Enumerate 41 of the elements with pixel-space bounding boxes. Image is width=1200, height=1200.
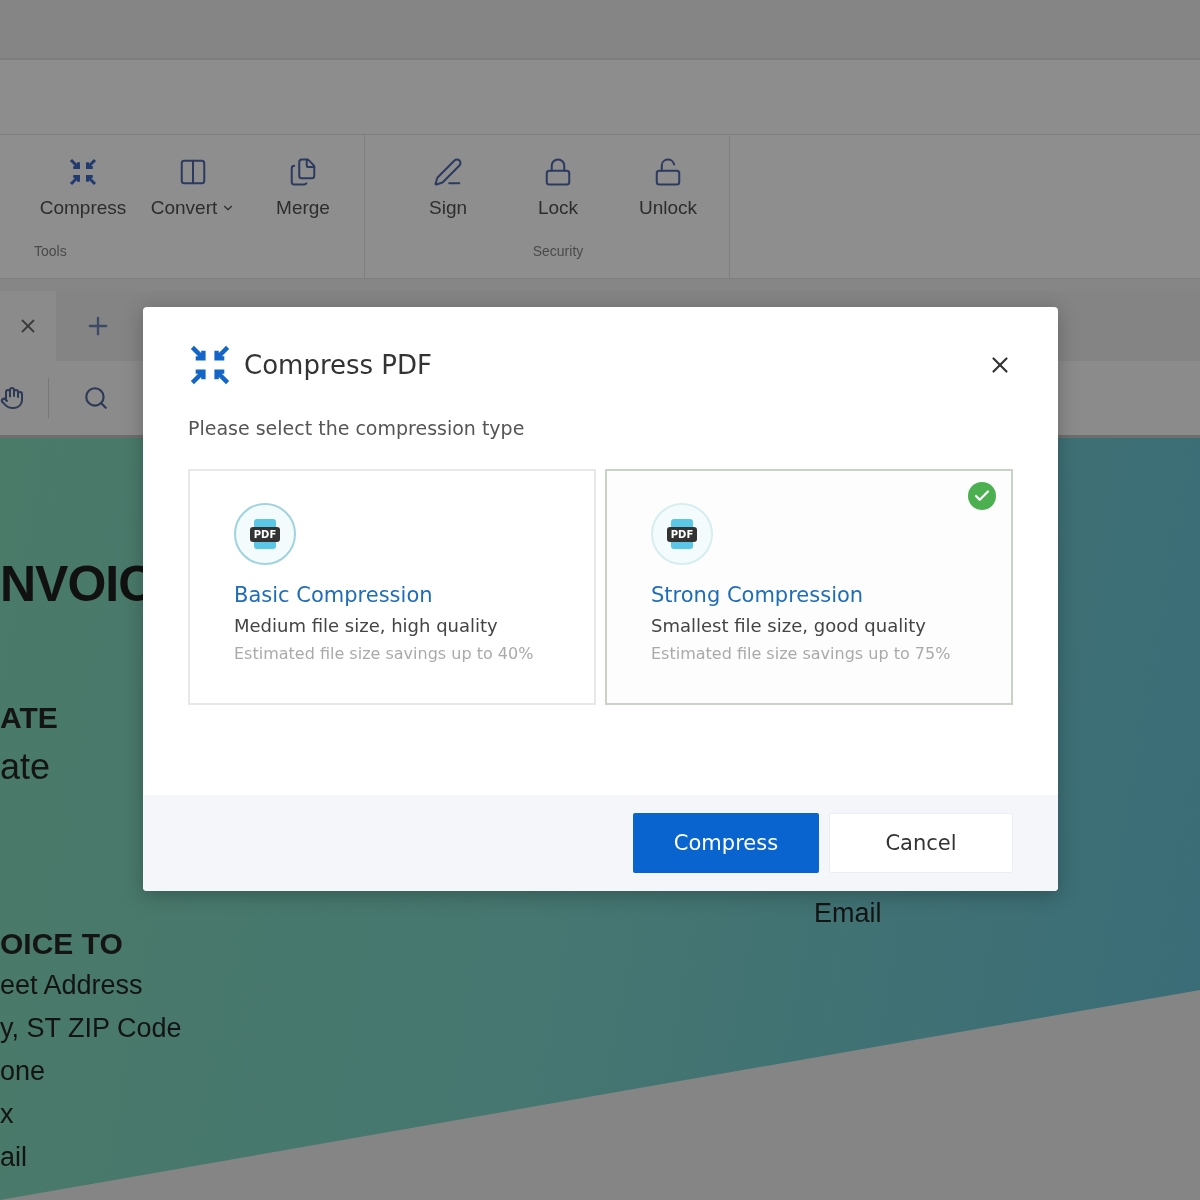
files-icon bbox=[288, 157, 318, 187]
compress-icon bbox=[68, 157, 98, 187]
document-text: eet Address bbox=[0, 969, 143, 1002]
document-text: y, ST ZIP Code bbox=[0, 1012, 182, 1045]
compress-button[interactable]: Compress bbox=[633, 813, 819, 873]
option-savings: Estimated file size savings up to 40% bbox=[234, 644, 534, 663]
pdf-file-icon: PDF bbox=[234, 503, 296, 565]
pen-icon bbox=[433, 157, 463, 187]
document-text: Email bbox=[814, 898, 882, 930]
cancel-button[interactable]: Cancel bbox=[829, 813, 1013, 873]
option-description: Smallest file size, good quality bbox=[651, 615, 926, 636]
check-icon bbox=[968, 482, 996, 510]
lock-icon bbox=[543, 157, 573, 187]
ribbon-tool[interactable]: Merge bbox=[254, 149, 352, 225]
document-text: ATE bbox=[0, 700, 58, 736]
ribbon-tool[interactable]: Lock bbox=[509, 149, 607, 225]
document-pair-icon bbox=[178, 157, 208, 187]
ribbon-tool[interactable]: Convert bbox=[144, 149, 242, 225]
group-label: Security bbox=[532, 243, 584, 259]
option-description: Medium file size, high quality bbox=[234, 615, 498, 636]
document-text: ate bbox=[0, 745, 51, 789]
dialog-title: Compress PDF bbox=[244, 350, 434, 380]
option-savings: Estimated file size savings up to 75% bbox=[651, 644, 951, 663]
unlock-icon bbox=[653, 157, 683, 187]
option-title: Strong Compression bbox=[651, 583, 864, 607]
dialog-subtitle: Please select the compression type bbox=[188, 417, 525, 439]
pdf-file-icon: PDF bbox=[651, 503, 713, 565]
option-title: Basic Compression bbox=[234, 583, 433, 607]
search-button[interactable] bbox=[83, 385, 109, 411]
ribbon-tool[interactable]: Unlock bbox=[619, 149, 717, 225]
compression-option[interactable]: PDF Basic Compression Medium file size, high quality Estimated file size savings up to 40% bbox=[188, 469, 596, 705]
compression-option[interactable]: PDF Strong Compression Smallest file size, good quality Estimated file size savings up to 75% bbox=[605, 469, 1013, 705]
document-text: one bbox=[0, 1055, 46, 1088]
ribbon-tool[interactable]: Compress bbox=[34, 149, 132, 225]
ribbon-tool[interactable]: Sign bbox=[399, 149, 497, 225]
document-text: x bbox=[0, 1098, 14, 1131]
group-label: Tools bbox=[34, 243, 67, 259]
document-text: OICE TO bbox=[0, 926, 123, 962]
hand-tool-button[interactable] bbox=[0, 386, 24, 410]
compress-icon bbox=[188, 343, 232, 387]
document-text: ail bbox=[0, 1141, 27, 1174]
